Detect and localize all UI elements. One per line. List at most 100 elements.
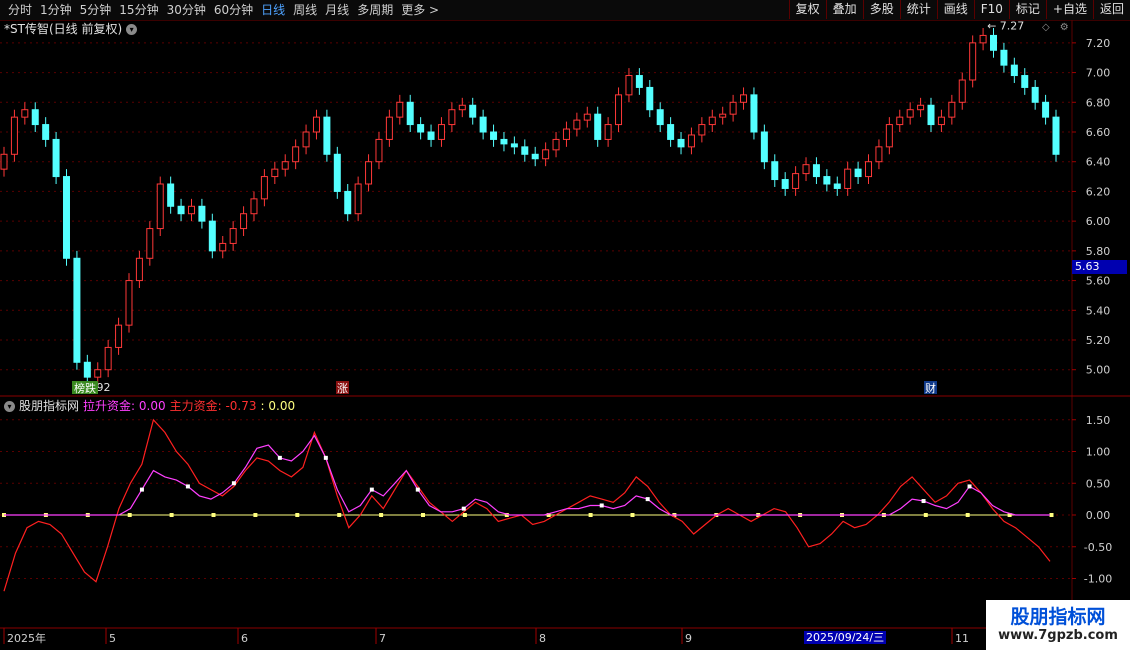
candle-body (625, 75, 633, 96)
candle-body (927, 104, 935, 126)
candle-body (687, 134, 695, 148)
date-tick-label: 2025年 (7, 631, 46, 645)
candle-body (667, 124, 675, 140)
candle-body (94, 369, 102, 378)
candle-body (906, 109, 914, 118)
candle-body (865, 161, 873, 178)
candle-body (719, 113, 727, 118)
chart-canvas: 7.20 7.00 6.80 6.60 6.40 6.20 6.00 5.80 5.60 5.40… (0, 19, 1130, 645)
candle-body (260, 176, 268, 200)
indicator-tick-label: -0.50 (1084, 541, 1112, 554)
candle-body (198, 205, 206, 222)
zero-line-marker (421, 513, 425, 517)
candle-body (740, 94, 748, 103)
candle-body (417, 124, 425, 133)
candle-body (187, 205, 195, 215)
zero-line-marker (965, 513, 970, 517)
candle-body (750, 94, 758, 133)
candle-body (677, 138, 685, 148)
candle-body (42, 124, 50, 140)
candle-body (833, 183, 841, 189)
candle-body (781, 179, 789, 189)
candle-body (615, 94, 623, 126)
candle-body (646, 86, 654, 111)
indicator-tick-label: -1.00 (1084, 573, 1112, 586)
candle-body (0, 153, 8, 170)
indicator-name[interactable]: 股朋指标网 (19, 398, 79, 414)
candle-body (531, 153, 539, 160)
price-tick-label: 7.00 (1086, 67, 1111, 80)
candle-body (479, 116, 487, 133)
candle-body (115, 324, 123, 348)
candle-body (62, 176, 70, 259)
candle-body (729, 101, 737, 115)
candle-body (354, 183, 362, 215)
watermark-url: www.7gpzb.com (998, 628, 1118, 643)
candle-body (427, 131, 435, 140)
pull-funds-marker (277, 455, 282, 460)
candle-body (312, 116, 320, 133)
candle-body (437, 124, 445, 140)
candle-body (917, 104, 925, 111)
candle-body (250, 198, 258, 215)
zero-line-marker (295, 513, 300, 517)
candle-body (104, 346, 112, 371)
date-tick-label: 9 (685, 632, 692, 645)
candle-body (229, 228, 237, 244)
price-tick-label: 7.20 (1086, 37, 1111, 50)
candle-body (792, 173, 800, 189)
candle-body (542, 149, 550, 160)
candle-body (365, 161, 373, 185)
candle-body (604, 124, 612, 140)
indicator-tick-label: 0.00 (1086, 509, 1111, 522)
pull-funds-marker (599, 503, 604, 508)
zero-line-label: : 0.00 (260, 399, 296, 413)
indicator-tick-label: 1.50 (1086, 414, 1111, 427)
candle-body (854, 168, 862, 178)
pull-funds-marker (323, 455, 328, 460)
zero-line-marker (169, 513, 174, 517)
candle-body (500, 138, 508, 145)
candle-body (802, 164, 810, 175)
candle-body (969, 42, 977, 81)
candle-body (521, 146, 529, 155)
candle-body (344, 190, 352, 215)
candle-body (562, 128, 570, 140)
candle-body (21, 109, 29, 118)
pull-funds-marker (231, 481, 236, 486)
pull-funds-label: 拉升资金: 0.00 (83, 399, 166, 413)
zero-line-marker (1049, 513, 1054, 517)
pull-funds-marker (967, 484, 972, 489)
candle-body (1052, 116, 1060, 155)
candle-body (177, 205, 185, 215)
candle-body (292, 146, 300, 163)
candle-body (1010, 64, 1018, 77)
watermark: 股朋指标网 www.7gpzb.com (986, 600, 1130, 650)
finance-marker: 财 (925, 381, 936, 395)
pull-funds-marker (185, 484, 190, 489)
price-tick-label: 5.80 (1086, 245, 1111, 258)
indicator-legend: ▾ 股朋指标网 拉升资金: 0.00 主力资金: -0.73 : 0.00 (4, 398, 295, 414)
candle-body (1021, 75, 1029, 88)
candle-body (1031, 86, 1039, 103)
pull-funds-marker (921, 499, 926, 504)
candle-body (396, 101, 404, 118)
candle-body (240, 213, 248, 230)
candle-body (948, 101, 956, 118)
chevron-down-icon[interactable]: ▾ (4, 400, 15, 412)
candle-body (698, 124, 706, 136)
candle-body (635, 75, 643, 88)
pull-funds-line (4, 434, 1050, 516)
date-tick-label: 5 (109, 632, 116, 645)
candle-body (10, 116, 18, 155)
date-cursor-tag: 2025/09/24/三 (804, 631, 887, 644)
main-force-line (3, 418, 1051, 592)
candle-body (844, 168, 852, 189)
price-tick-label: 6.60 (1086, 126, 1111, 139)
pull-funds-marker (139, 487, 144, 492)
high-price-label: ← 7.27 (987, 19, 1024, 32)
candle-body (271, 168, 279, 178)
candle-body (125, 280, 133, 326)
candle-body (219, 242, 227, 252)
candle-body (323, 116, 331, 155)
